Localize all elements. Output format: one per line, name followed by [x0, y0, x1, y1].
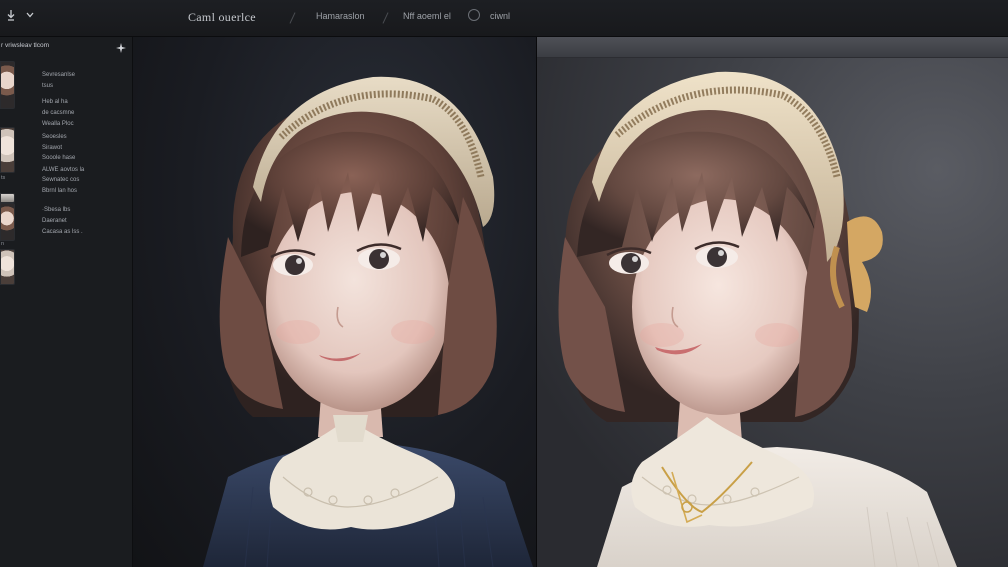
sidebar-line: Sewnatec cos: [42, 177, 80, 183]
thumbnail-item[interactable]: [0, 127, 15, 173]
sidebar-mark: ts: [1, 175, 6, 181]
portrait-image-left: [203, 76, 533, 567]
download-icon[interactable]: [6, 9, 16, 21]
sidebar-line: Bbrnl lan hos: [42, 188, 78, 194]
window-title: Caml ouerlce: [188, 10, 256, 24]
image-panel-right[interactable]: [537, 37, 1008, 567]
sidebar-line: Wealla Ploc: [42, 121, 74, 127]
thumbnail-item[interactable]: [0, 61, 15, 109]
toolbar-divider: [382, 12, 389, 24]
sidebar-line: Sooole hase: [42, 155, 76, 161]
thumbnail-item[interactable]: [0, 203, 15, 241]
image-canvas: [133, 37, 1008, 567]
sidebar-line: Cacasa as lss .: [42, 229, 83, 235]
sidebar-line: tsus: [42, 83, 54, 89]
toolbar-item-3[interactable]: ciwnl: [490, 11, 510, 21]
toolbar-divider: [289, 12, 296, 24]
sidebar-header: r vriwsleav tlcom: [1, 42, 50, 49]
sparkle-icon[interactable]: [116, 43, 126, 53]
toolbar-left-controls: [6, 9, 35, 21]
thumbnail-item[interactable]: [0, 249, 15, 285]
image-panel-left[interactable]: [133, 37, 536, 567]
sidebar-line: Seoesles: [42, 134, 67, 140]
circle-icon[interactable]: [468, 9, 480, 21]
sidebar-line: Heb al ha: [42, 99, 68, 105]
portrait-image-right: [558, 71, 957, 567]
sidebar-line: Daeranet: [42, 218, 67, 224]
thumbnail-item[interactable]: [0, 193, 15, 203]
sidebar-line: ·Sbesa lbs: [42, 207, 71, 213]
panel-header-strip: [537, 37, 1008, 58]
sidebar-line: de cacsmne: [42, 110, 75, 116]
top-toolbar: Caml ouerlce Hamaraslon Nff aoeml el ciw…: [0, 0, 1008, 37]
chevron-down-icon[interactable]: [25, 9, 35, 21]
toolbar-item-2[interactable]: Nff aoeml el: [403, 11, 451, 21]
sidebar-line: Sevresanlse: [42, 72, 76, 78]
sidebar-line: Sirawot: [42, 145, 63, 151]
sidebar-mark: n: [1, 241, 5, 247]
sidebar: r vriwsleav tlcom ts n Sevresanlse tsus …: [0, 37, 133, 567]
toolbar-item-1[interactable]: Hamaraslon: [316, 11, 365, 21]
sidebar-line: ALWE aovtos la: [42, 167, 85, 173]
